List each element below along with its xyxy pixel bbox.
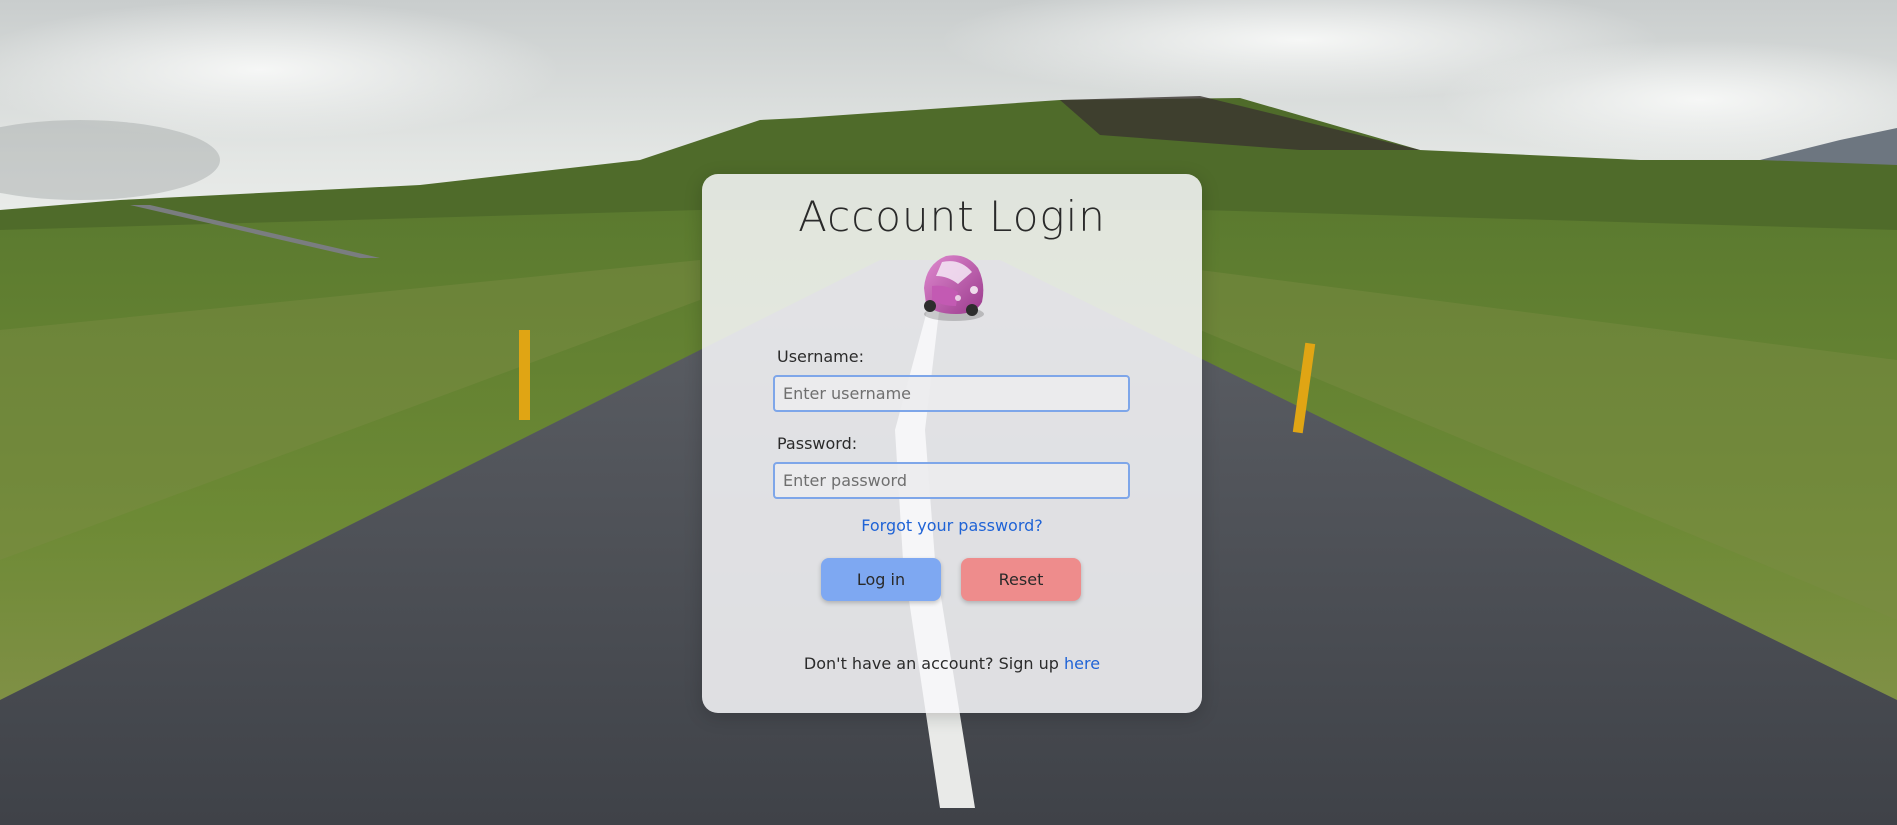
username-label: Username: bbox=[777, 347, 864, 366]
username-input[interactable] bbox=[773, 375, 1130, 412]
signup-prompt: Don't have an account? Sign up here bbox=[702, 654, 1202, 673]
signup-link[interactable]: here bbox=[1064, 654, 1100, 673]
pink-car-icon bbox=[912, 248, 992, 324]
password-label: Password: bbox=[777, 434, 858, 453]
login-button[interactable]: Log in bbox=[821, 558, 941, 601]
forgot-password-link[interactable]: Forgot your password? bbox=[702, 516, 1202, 535]
password-input[interactable] bbox=[773, 462, 1130, 499]
signup-text: Don't have an account? Sign up bbox=[803, 654, 1059, 673]
page-title: Account Login bbox=[798, 192, 1106, 241]
login-card: Account Login Username: Password: Forgot… bbox=[702, 174, 1202, 713]
reset-button[interactable]: Reset bbox=[961, 558, 1081, 601]
